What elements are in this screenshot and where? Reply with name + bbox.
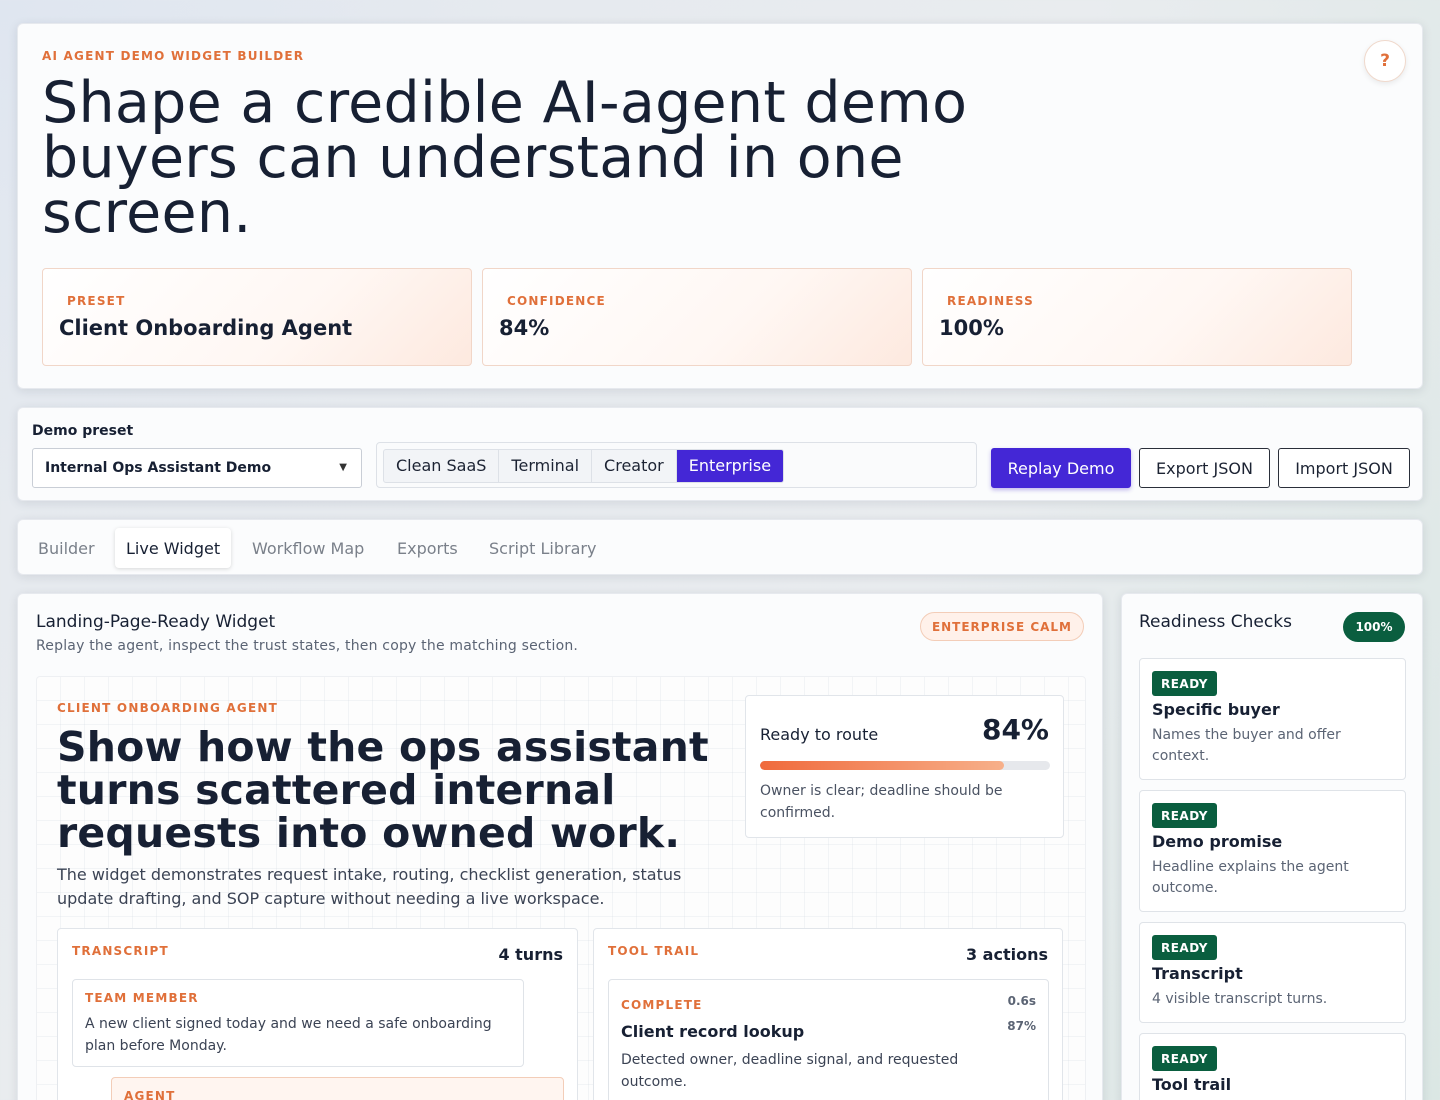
tab-workflow-map[interactable]: Workflow Map: [241, 528, 375, 568]
stat-confidence: CONFIDENCE 84%: [482, 268, 912, 366]
readiness-badge: 100%: [1343, 612, 1405, 642]
tab-builder[interactable]: Builder: [27, 528, 106, 568]
agent-name: CLIENT ONBOARDING AGENT: [57, 701, 278, 715]
transcript-label: TRANSCRIPT: [72, 944, 169, 958]
readiness-panel: Readiness Checks 100% READY Specific buy…: [1121, 593, 1423, 1100]
tool-name: Client record lookup: [621, 1022, 805, 1041]
controls-bar: Demo preset Internal Ops Assistant Demo …: [17, 407, 1423, 501]
widget-panel: Landing-Page-Ready Widget Replay the age…: [17, 593, 1103, 1100]
route-note: Owner is clear; deadline should be confi…: [760, 783, 1003, 821]
widget-headline: Show how the ops assistant turns scatter…: [57, 723, 709, 857]
theme-badge: ENTERPRISE CALM: [919, 612, 1084, 641]
check-name: Specific buyer: [1152, 700, 1280, 719]
stat-value: Client Onboarding Agent: [59, 316, 353, 340]
transcript-panel: TRANSCRIPT 4 turns TEAM MEMBER A new cli…: [57, 928, 578, 1100]
tool-confidence: 87%: [1007, 1019, 1036, 1033]
check-name: Demo promise: [1152, 832, 1283, 851]
tool-description: Detected owner, deadline signal, and req…: [621, 1052, 959, 1090]
tool-trail-label: TOOL TRAIL: [608, 944, 700, 958]
check-description: 4 visible transcript turns.: [1152, 991, 1328, 1007]
panel-title: Landing-Page-Ready Widget: [36, 612, 276, 632]
stat-value: 84%: [499, 316, 550, 340]
status-badge: READY: [1152, 1046, 1217, 1071]
readiness-check: READY Demo promise Headline explains the…: [1139, 790, 1406, 912]
stat-readiness: READINESS 100%: [922, 268, 1352, 366]
message-role: AGENT: [124, 1089, 176, 1100]
tool-duration: 0.6s: [1007, 994, 1036, 1008]
check-name: Transcript: [1152, 964, 1243, 983]
help-button[interactable]: ?: [1364, 40, 1406, 82]
readiness-check: READY Transcript 4 visible transcript tu…: [1139, 922, 1406, 1023]
tab-exports[interactable]: Exports: [386, 528, 469, 568]
status-badge: READY: [1152, 803, 1217, 828]
hero-card: AI AGENT DEMO WIDGET BUILDER Shape a cre…: [17, 23, 1423, 389]
widget-description: The widget demonstrates request intake, …: [57, 865, 682, 908]
theme-terminal[interactable]: Terminal: [499, 450, 593, 482]
transcript-message: TEAM MEMBER A new client signed today an…: [72, 979, 524, 1067]
panel-subtitle: Replay the agent, inspect the trust stat…: [36, 638, 579, 654]
chevron-down-icon: ▼: [339, 462, 347, 473]
stat-label: CONFIDENCE: [507, 294, 606, 308]
route-progress-fill: [760, 761, 1004, 770]
tool-status: COMPLETE: [621, 998, 703, 1012]
preset-select-value: Internal Ops Assistant Demo: [45, 460, 272, 476]
theme-clean-saas[interactable]: Clean SaaS: [384, 450, 500, 482]
status-badge: READY: [1152, 671, 1217, 696]
route-progress-bar: [760, 761, 1050, 770]
transcript-count: 4 turns: [498, 945, 563, 964]
preset-select[interactable]: Internal Ops Assistant Demo ▼: [32, 448, 362, 488]
replay-demo-button[interactable]: Replay Demo: [991, 448, 1131, 488]
message-text: A new client signed today and we need a …: [85, 1016, 492, 1054]
stat-preset: PRESET Client Onboarding Agent: [42, 268, 472, 366]
theme-segmented-control: Clean SaaS Terminal Creator Enterprise: [383, 449, 785, 483]
readiness-check: READY Tool trail: [1139, 1033, 1406, 1100]
check-name: Tool trail: [1152, 1075, 1232, 1094]
tool-trail-panel: TOOL TRAIL 3 actions COMPLETE 0.6s 87% C…: [593, 928, 1063, 1100]
theme-enterprise[interactable]: Enterprise: [676, 450, 784, 482]
readiness-check: READY Specific buyer Names the buyer and…: [1139, 658, 1406, 780]
page-title: Shape a credible AI-agent demo buyers ca…: [42, 70, 968, 246]
status-badge: READY: [1152, 935, 1217, 960]
live-widget-preview: CLIENT ONBOARDING AGENT Show how the ops…: [36, 676, 1086, 1100]
route-card: Ready to route 84% Owner is clear; deadl…: [745, 695, 1064, 838]
tool-trail-item: COMPLETE 0.6s 87% Client record lookup D…: [608, 979, 1049, 1100]
stat-label: PRESET: [67, 294, 126, 308]
transcript-message: AGENT: [111, 1077, 564, 1100]
theme-switcher: Clean SaaS Terminal Creator Enterprise: [376, 442, 977, 488]
route-percent: 84%: [981, 713, 1049, 746]
app-eyebrow: AI AGENT DEMO WIDGET BUILDER: [42, 49, 305, 63]
theme-creator[interactable]: Creator: [592, 450, 677, 482]
message-role: TEAM MEMBER: [85, 991, 199, 1005]
stat-label: READINESS: [947, 294, 1034, 308]
tab-live-widget[interactable]: Live Widget: [115, 528, 232, 568]
route-label: Ready to route: [760, 725, 879, 744]
import-json-button[interactable]: Import JSON: [1278, 448, 1410, 488]
stat-value: 100%: [939, 316, 1004, 340]
preset-label: Demo preset: [32, 423, 134, 439]
tab-bar: Builder Live Widget Workflow Map Exports…: [17, 519, 1423, 575]
export-json-button[interactable]: Export JSON: [1139, 448, 1270, 488]
tab-script-library[interactable]: Script Library: [478, 528, 607, 568]
tool-trail-count: 3 actions: [965, 945, 1048, 964]
check-description: Names the buyer and offer context.: [1152, 727, 1341, 764]
readiness-title: Readiness Checks: [1139, 612, 1292, 632]
check-description: Headline explains the agent outcome.: [1152, 859, 1349, 896]
